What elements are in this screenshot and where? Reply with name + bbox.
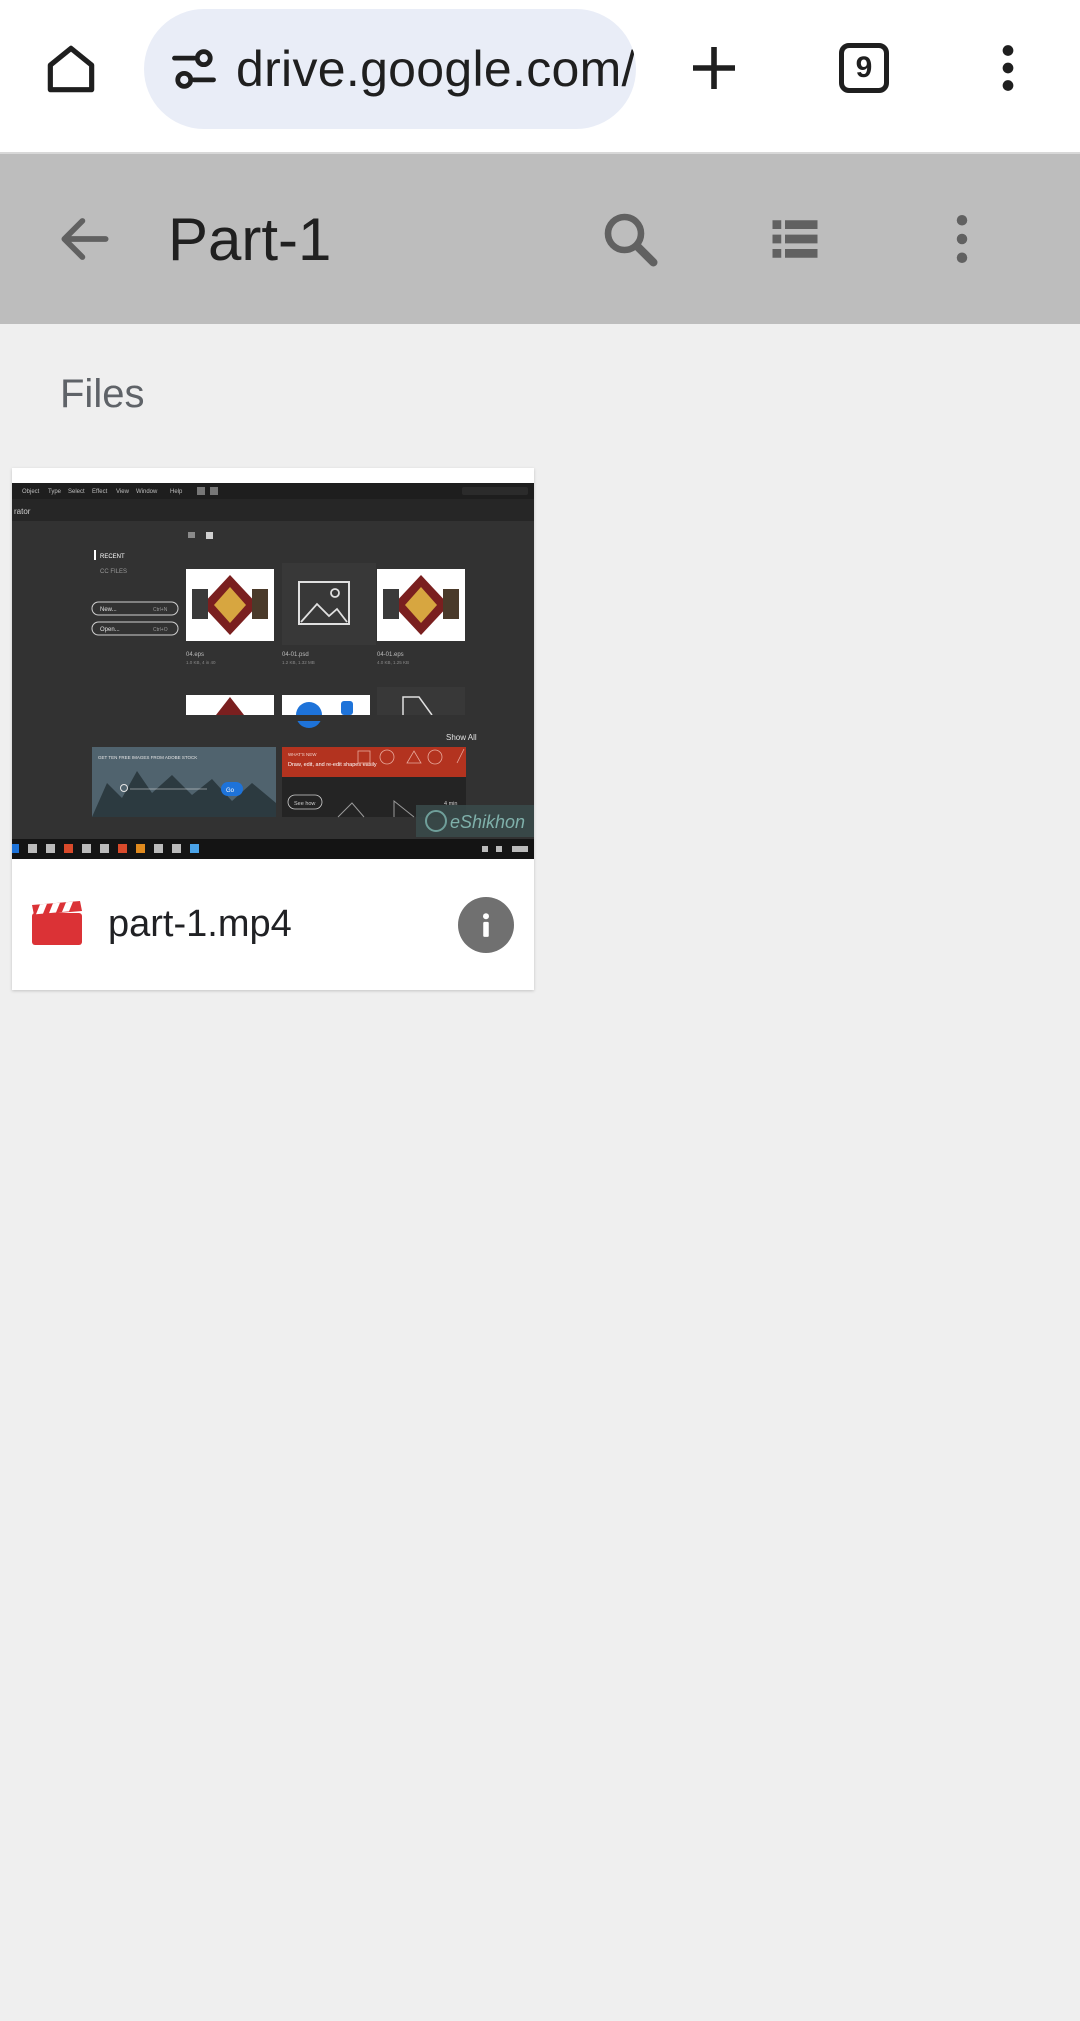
thumb-file2-name: 04-01.psd	[282, 652, 309, 658]
list-view-button[interactable]	[755, 199, 835, 279]
more-options-button[interactable]	[922, 199, 1002, 279]
thumb-menu-item: View	[116, 489, 130, 495]
thumb-app-label: rator	[14, 507, 31, 516]
list-view-icon	[772, 220, 818, 258]
thumb-menu-item: Help	[170, 489, 183, 495]
page-title: Part-1	[168, 206, 332, 273]
thumb-menu-item: Type	[48, 489, 62, 495]
new-tab-button[interactable]	[678, 32, 750, 104]
browser-toolbar: drive.google.com/ 9	[0, 0, 1080, 154]
thumb-recent: RECENT	[100, 554, 125, 560]
tab-switcher-icon: 9	[839, 43, 889, 93]
thumb-go: Go	[226, 788, 235, 794]
thumb-menu-item: Select	[68, 489, 85, 495]
info-icon	[483, 913, 489, 937]
thumb-file1-name: 04.eps	[186, 652, 204, 658]
thumb-menu-item: Effect	[92, 489, 108, 495]
thumb-see-how: See how	[294, 801, 315, 807]
thumb-open-button: Open...	[100, 627, 120, 633]
more-vert-icon	[1002, 45, 1014, 91]
back-button[interactable]	[48, 202, 122, 276]
url-text: drive.google.com/	[236, 41, 636, 97]
thumb-file2-meta: 1.2 KB, 1.32 MB	[282, 660, 315, 665]
thumb-new-button: New...	[100, 607, 117, 613]
thumb-file1-meta: 1.0 KB, 4 in 40	[186, 660, 216, 665]
file-card-footer: part-1.mp4	[12, 859, 534, 990]
thumb-menu-item: Window	[136, 489, 158, 495]
file-card[interactable]: Object Type Select Effect View Window He…	[12, 468, 534, 990]
home-icon	[47, 45, 95, 93]
plus-icon	[693, 47, 735, 89]
thumb-new-shortcut: Ctrl+N	[153, 607, 168, 613]
more-vert-icon	[956, 215, 968, 263]
thumb-watermark: eShikhon	[450, 812, 525, 832]
thumb-menu-item: Object	[22, 489, 40, 495]
home-button[interactable]	[36, 34, 106, 104]
tune-icon[interactable]	[168, 43, 220, 95]
arrow-back-icon	[61, 218, 109, 260]
address-bar[interactable]: drive.google.com/	[144, 9, 636, 129]
browser-menu-button[interactable]	[972, 32, 1044, 104]
tab-switcher-button[interactable]: 9	[828, 32, 900, 104]
thumb-banner-left: GET TEN FREE IMAGES FROM ADOBE STOCK	[98, 755, 197, 760]
file-name: part-1.mp4	[108, 903, 292, 945]
thumb-whats-new: WHAT'S NEW	[288, 752, 317, 757]
section-label-files: Files	[60, 372, 145, 416]
file-info-button[interactable]	[458, 897, 514, 953]
thumb-file3-name: 04-01.eps	[377, 652, 404, 658]
thumb-show-all: Show All	[446, 733, 477, 742]
search-icon	[604, 213, 658, 267]
tab-count: 9	[855, 51, 873, 84]
thumb-open-shortcut: Ctrl+O	[153, 627, 168, 633]
video-file-icon	[32, 901, 82, 945]
video-thumbnail: Object Type Select Effect View Window He…	[12, 483, 534, 859]
thumb-cc-files: CC FILES	[100, 569, 127, 575]
app-bar: Part-1	[0, 154, 1080, 324]
search-button[interactable]	[590, 199, 670, 279]
thumb-file3-meta: 4.0 KB, 1.25 KB	[377, 660, 409, 665]
